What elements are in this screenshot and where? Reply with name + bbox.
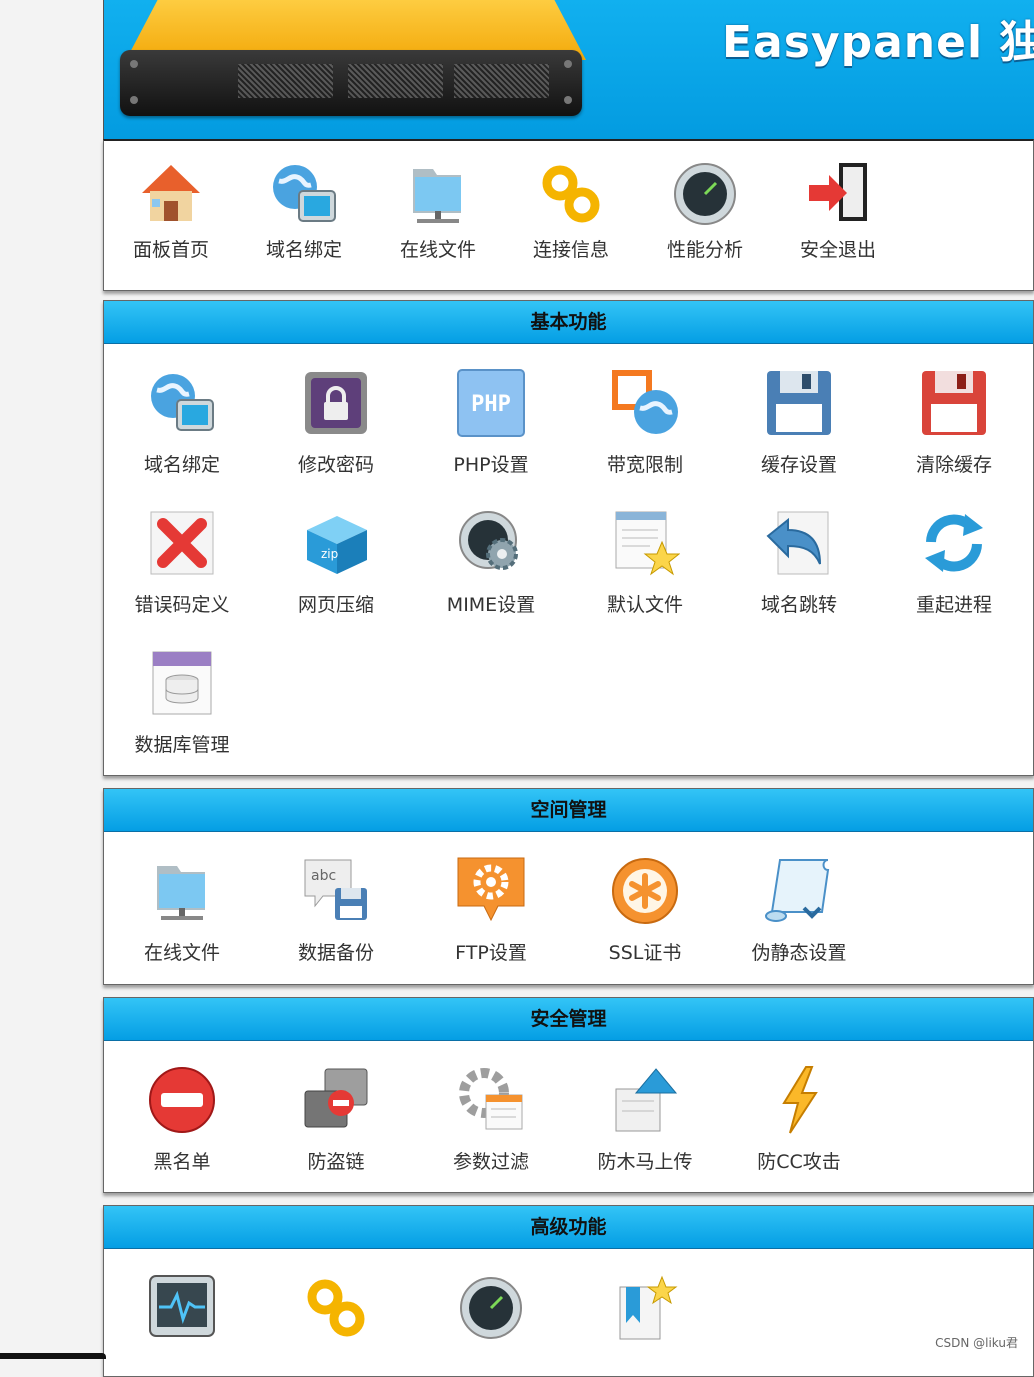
refresh-icon [919,508,989,578]
item-anti-leech[interactable]: 防盗链 [266,1065,406,1174]
no-entry-icon [147,1065,217,1135]
nav-item-connection-info[interactable]: 连接信息 [516,159,626,262]
top-nav: 面板首页 域名绑定 在线文件 连接信息 性能分析 安全退出 [103,139,1034,291]
item-database-management[interactable]: 数据库管理 [112,648,252,757]
chain-link-icon [536,159,606,229]
panel-security: 安全管理 黑名单 防盗链 参数过滤 防木马上传 防CC攻击 [103,997,1034,1193]
backup-floppy-icon: abc [301,856,371,926]
item-restart-process[interactable]: 重起进程 [884,508,1024,617]
zip-box-icon: zip [301,508,371,578]
floppy-red-icon [919,368,989,438]
watermark: CSDN @liku君 [935,1336,1018,1350]
floppy-blue-icon [764,368,834,438]
item-gzip[interactable]: zip 网页压缩 [266,508,406,617]
lock-icon [301,368,371,438]
item-bookmark[interactable] [575,1273,715,1343]
item-default-files[interactable]: 默认文件 [575,508,715,617]
item-cache-settings[interactable]: 缓存设置 [729,368,869,477]
ftp-gear-icon [456,856,526,926]
panel-advanced: 高级功能 [103,1205,1034,1377]
folder-network-icon [147,856,217,926]
document-star-icon [610,508,681,578]
nav-item-home[interactable]: 面板首页 [116,159,226,262]
gauge-icon [456,1273,526,1343]
brand-logo-text: Easypanel 独 [722,17,1034,68]
folder-network-icon [403,159,473,229]
nav-item-online-files[interactable]: 在线文件 [383,159,493,262]
item-rewrite-settings[interactable]: 伪静态设置 [729,856,869,965]
panel-space: 空间管理 在线文件 abc 数据备份 FTP设置 SSL证书 伪静态设置 [103,788,1034,985]
svg-text:PHP: PHP [471,392,511,417]
anti-leech-icon [301,1065,371,1135]
item-php-settings[interactable]: PHP PHP设置 [421,368,561,477]
redirect-arrow-icon [764,508,834,578]
php-icon: PHP [456,368,526,438]
item-param-filter[interactable]: 参数过滤 [421,1065,561,1174]
house-icon [136,159,206,229]
item-bandwidth-limit[interactable]: 带宽限制 [575,368,715,477]
item-online-files[interactable]: 在线文件 [112,856,252,965]
item-change-password[interactable]: 修改密码 [266,368,406,477]
bottom-edge-bar [0,1353,106,1359]
item-anti-trojan-upload[interactable]: 防木马上传 [575,1065,715,1174]
item-domain-redirect[interactable]: 域名跳转 [729,508,869,617]
globe-monitor-icon [147,368,217,438]
bookmark-star-icon [610,1273,680,1343]
nav-item-performance[interactable]: 性能分析 [650,159,760,262]
red-x-icon [147,508,217,578]
item-connection[interactable] [266,1273,406,1343]
item-domain-binding[interactable]: 域名绑定 [112,368,252,477]
svg-text:abc: abc [311,868,336,884]
panel-title: 空间管理 [104,789,1033,832]
ssl-badge-icon [610,856,680,926]
bandwidth-globe-icon [610,368,680,438]
upload-arrow-icon [610,1065,680,1135]
database-icon [147,648,217,718]
item-error-codes[interactable]: 错误码定义 [112,508,252,617]
item-blacklist[interactable]: 黑名单 [112,1065,252,1174]
item-performance[interactable] [421,1273,561,1343]
item-ssl-certificate[interactable]: SSL证书 [575,856,715,965]
panel-basic: 基本功能 域名绑定 修改密码 PHP PHP设置 带宽限制 缓存设置 清除缓存 … [103,300,1034,776]
gauge-icon [670,159,740,229]
item-ftp-settings[interactable]: FTP设置 [421,856,561,965]
panel-title: 高级功能 [104,1206,1033,1249]
item-mime-settings[interactable]: MIME设置 [421,508,561,617]
nav-item-logout[interactable]: 安全退出 [783,159,893,262]
svg-text:zip: zip [321,547,338,561]
server-graphic [120,50,582,116]
item-monitor[interactable] [112,1273,252,1343]
globe-monitor-icon [269,159,339,229]
panel-title: 基本功能 [104,301,1033,344]
header-banner: Easypanel 独 [103,0,1034,140]
scroll-icon [764,856,834,926]
nav-item-domain-binding[interactable]: 域名绑定 [249,159,359,262]
item-clear-cache[interactable]: 清除缓存 [884,368,1024,477]
filter-gear-icon [456,1065,526,1135]
lightning-icon [764,1065,834,1135]
monitor-pulse-icon [147,1273,217,1343]
chain-link-icon [301,1273,371,1343]
item-data-backup[interactable]: abc 数据备份 [266,856,406,965]
item-anti-cc[interactable]: 防CC攻击 [729,1065,869,1174]
exit-door-icon [803,159,873,229]
panel-title: 安全管理 [104,998,1033,1041]
gear-gauge-icon [456,508,526,578]
